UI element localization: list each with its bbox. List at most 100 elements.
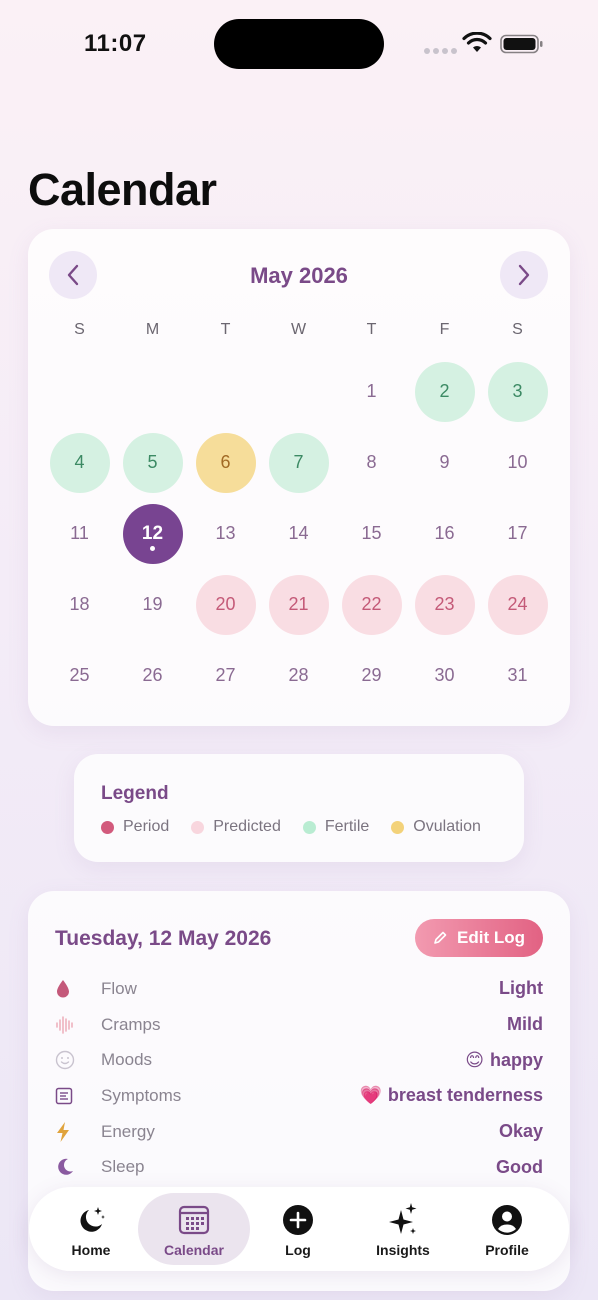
tab-log[interactable]: Log <box>242 1193 354 1265</box>
log-row-value: Light <box>499 978 543 999</box>
day-number: 11 <box>50 504 110 564</box>
day-number-label: 12 <box>141 522 164 544</box>
calendar-day-1[interactable]: 1 <box>335 356 408 427</box>
tab-calendar[interactable]: Calendar <box>138 1193 250 1265</box>
calendar-card: May 2026 S M T W T F S 1 2 3 4 5 6 7 8 9 10 11 12 13… <box>28 229 570 726</box>
day-number: 23 <box>414 574 475 635</box>
calendar-day-7[interactable]: 7 <box>262 427 335 498</box>
month-label: May 2026 <box>250 263 348 288</box>
day-number: 9 <box>415 433 475 493</box>
waveform-icon <box>55 1013 85 1037</box>
tab-profile[interactable]: Profile <box>451 1193 563 1265</box>
day-number-label: 3 <box>512 381 523 401</box>
calendar-day-20[interactable]: 20 <box>189 569 262 640</box>
log-row-label: Symptoms <box>101 1085 182 1105</box>
day-number-label: 5 <box>147 452 158 472</box>
list-icon <box>55 1084 85 1108</box>
calendar-day-18[interactable]: 18 <box>43 569 116 640</box>
calendar-day-12[interactable]: 12 <box>116 498 189 569</box>
day-number: 3 <box>487 361 548 422</box>
calendar-day-14[interactable]: 14 <box>262 498 335 569</box>
calendar-day-16[interactable]: 16 <box>408 498 481 569</box>
calendar-day-29[interactable]: 29 <box>335 640 408 711</box>
ovulation-dot-icon <box>391 820 405 834</box>
day-number: 15 <box>342 504 402 564</box>
calendar-day-15[interactable]: 15 <box>335 498 408 569</box>
calendar-day-24[interactable]: 24 <box>481 569 554 640</box>
tab-home[interactable]: Home <box>35 1193 147 1265</box>
legend-label: Predicted <box>213 818 281 835</box>
calendar-day-3[interactable]: 3 <box>481 356 554 427</box>
calendar-day-26[interactable]: 26 <box>116 640 189 711</box>
day-number-label: 7 <box>293 452 304 472</box>
log-row-value: Okay <box>498 1121 543 1142</box>
day-number-label: 8 <box>366 452 377 472</box>
day-number: 6 <box>195 432 256 493</box>
calendar-day-5[interactable]: 5 <box>116 427 189 498</box>
calendar-day-4[interactable]: 4 <box>43 427 116 498</box>
log-row-cramps: Cramps Mild <box>55 1007 543 1043</box>
calendar-day-10[interactable]: 10 <box>481 427 554 498</box>
log-rows: Flow Light Cramps Mild Moods 😊 happy Symp… <box>55 971 543 1185</box>
calendar-day-empty <box>262 356 335 427</box>
calendar-day-31[interactable]: 31 <box>481 640 554 711</box>
day-number: 20 <box>195 574 256 635</box>
calendar-day-6[interactable]: 6 <box>189 427 262 498</box>
edit-log-button[interactable]: Edit Log <box>415 919 543 957</box>
drop-icon <box>55 977 85 1001</box>
log-row-sleep: Sleep Good <box>55 1149 543 1185</box>
chevron-right-icon <box>518 264 530 286</box>
day-number: 14 <box>269 504 329 564</box>
log-row-label: Sleep <box>101 1157 145 1177</box>
day-number-label: 29 <box>361 665 382 685</box>
day-number: 12 <box>122 503 183 564</box>
day-number: 29 <box>342 646 402 706</box>
smiley-icon <box>55 1048 85 1072</box>
calendar-day-25[interactable]: 25 <box>43 640 116 711</box>
calendar-day-30[interactable]: 30 <box>408 640 481 711</box>
day-number: 10 <box>488 433 548 493</box>
next-month-button[interactable] <box>500 251 548 299</box>
calendar-day-27[interactable]: 27 <box>189 640 262 711</box>
calendar-day-13[interactable]: 13 <box>189 498 262 569</box>
happy-emoji-icon: 😊 <box>465 1049 484 1070</box>
day-number-label: 18 <box>69 594 90 614</box>
day-number: 21 <box>268 574 329 635</box>
day-number-label: 14 <box>288 523 309 543</box>
day-number: 28 <box>269 646 329 706</box>
selected-date-label: Tuesday, 12 May 2026 <box>55 927 272 950</box>
tab-insights[interactable]: Insights <box>347 1193 459 1265</box>
calendar-day-22[interactable]: 22 <box>335 569 408 640</box>
calendar-day-17[interactable]: 17 <box>481 498 554 569</box>
day-number: 17 <box>488 504 548 564</box>
day-number: 1 <box>342 362 402 422</box>
plus-circle-icon <box>282 1204 314 1236</box>
day-number-label: 27 <box>215 665 236 685</box>
day-number: 24 <box>487 574 548 635</box>
weekday-header: S M T W T F S <box>43 321 554 339</box>
calendar-grid: 1 2 3 4 5 6 7 8 9 10 11 12 13 14 15 16 17 18 19 20 21 22 23 24 2… <box>43 356 554 711</box>
weekday-label: M <box>145 321 160 338</box>
day-number-label: 24 <box>507 594 528 614</box>
weekday-label: T <box>220 321 231 338</box>
calendar-day-19[interactable]: 19 <box>116 569 189 640</box>
log-row-flow: Flow Light <box>55 971 543 1007</box>
calendar-day-28[interactable]: 28 <box>262 640 335 711</box>
day-number-label: 22 <box>361 594 382 614</box>
day-number: 2 <box>414 361 475 422</box>
calendar-day-11[interactable]: 11 <box>43 498 116 569</box>
log-row-label: Moods <box>101 1050 153 1070</box>
sparkles-icon <box>387 1203 419 1236</box>
moon-icon <box>55 1155 85 1179</box>
fertile-dot-icon <box>302 820 316 834</box>
calendar-day-9[interactable]: 9 <box>408 427 481 498</box>
legend-item-predicted: Predicted <box>191 818 281 836</box>
calendar-day-8[interactable]: 8 <box>335 427 408 498</box>
calendar-day-2[interactable]: 2 <box>408 356 481 427</box>
calendar-day-21[interactable]: 21 <box>262 569 335 640</box>
log-row-value: Good <box>496 1156 543 1177</box>
tab-label: Calendar <box>164 1242 224 1258</box>
day-number-label: 11 <box>70 523 89 543</box>
calendar-day-23[interactable]: 23 <box>408 569 481 640</box>
legend-card: Legend Period Predicted Fertile Ovulatio… <box>74 754 524 862</box>
